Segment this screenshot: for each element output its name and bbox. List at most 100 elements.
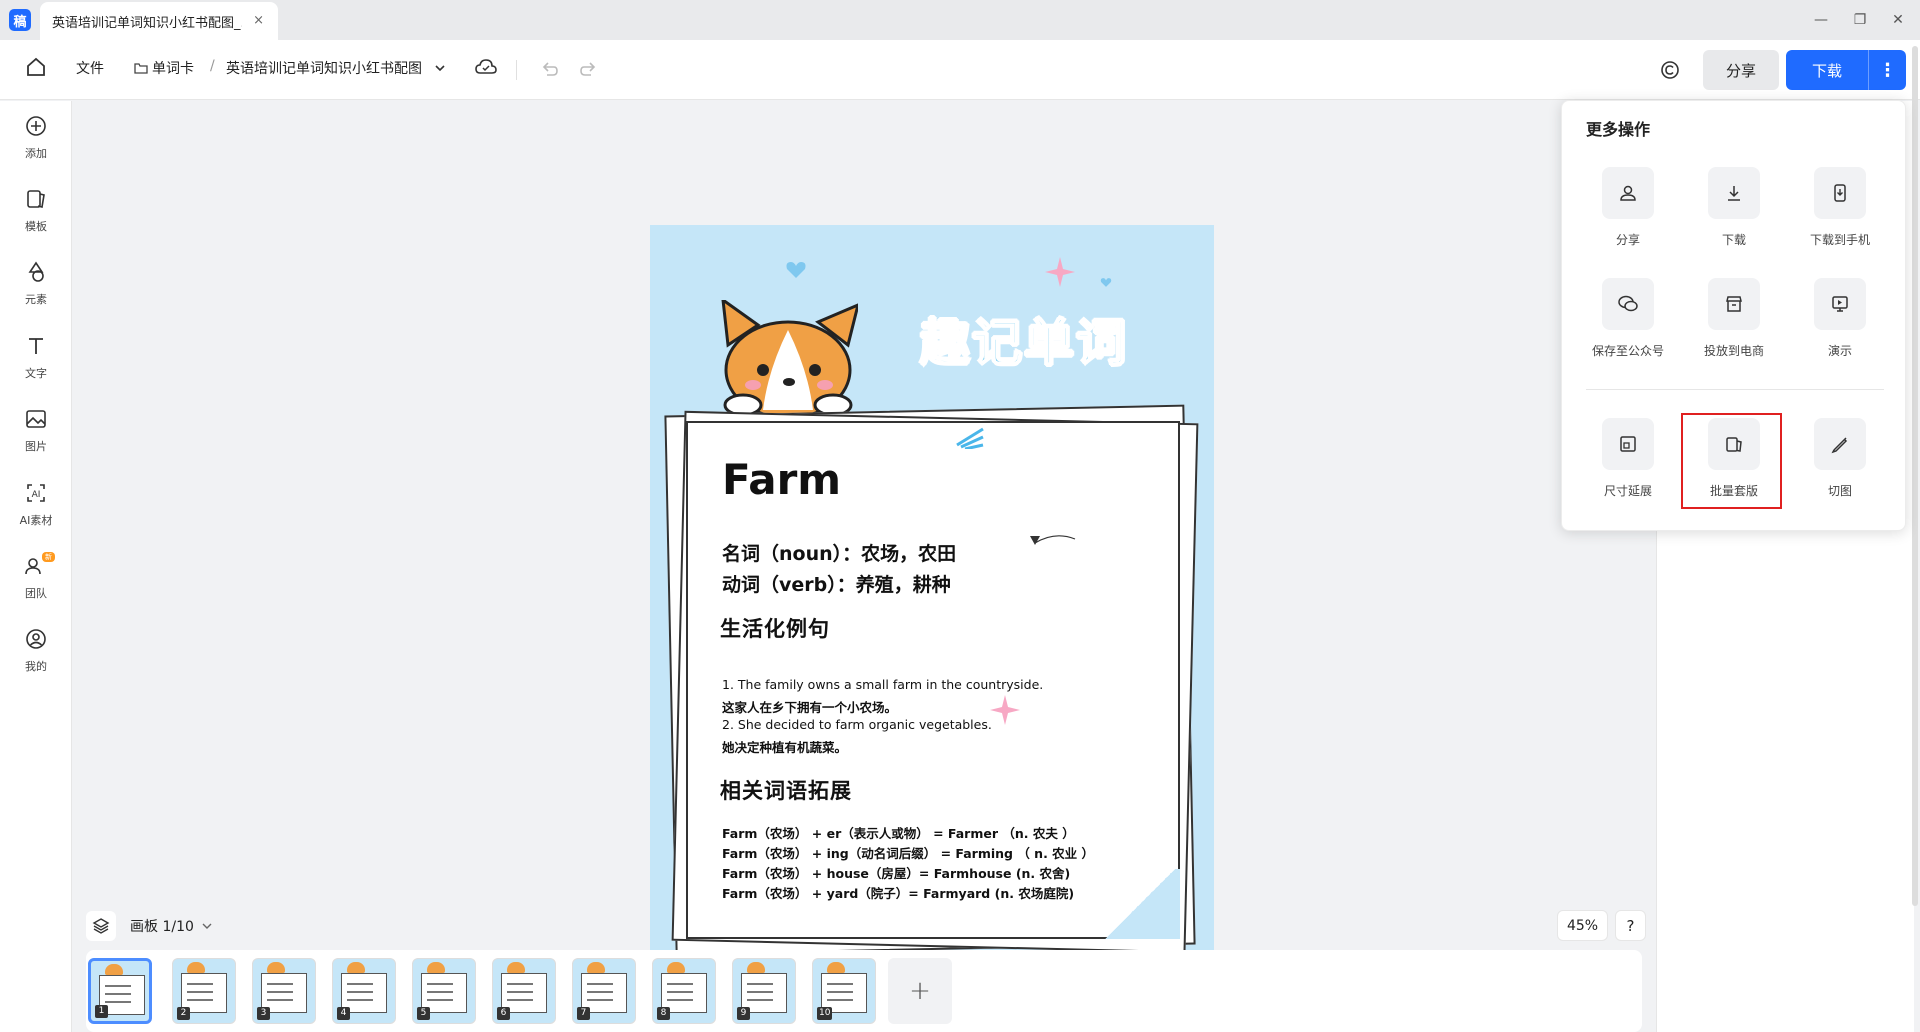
page-thumbnail[interactable]: 3 [252,958,316,1024]
action-label: 保存至公众号 [1591,344,1664,358]
page-thumbnail[interactable]: 6 [492,958,556,1024]
sidebar-item-elements[interactable]: 元素 [0,260,72,322]
document-tab-title: 英语培训记单词知识小红书配图_... [52,15,242,31]
toolbar-divider [516,60,517,80]
help-button[interactable]: ? [1615,910,1646,941]
sidebar-item-mine[interactable]: 我的 [0,627,72,689]
example-translation: 这家人在乡下拥有一个小农场。 [722,700,898,715]
resize-icon [1620,436,1636,452]
action-publish-ecommerce[interactable]: 投放到电商 [1686,278,1782,359]
popover-divider [1586,389,1884,390]
minimize-icon[interactable]: — [1811,10,1831,30]
sidebar-item-ai[interactable]: AI AI素材 [0,481,72,543]
page-thumbnail[interactable]: 9 [732,958,796,1024]
action-share[interactable]: 分享 [1580,167,1676,248]
redo-icon[interactable] [580,60,598,78]
page-thumbnail[interactable]: 8 [652,958,716,1024]
poster[interactable]: 趣记单词 Farm 名词（noun）：农场，农田 动词（verb）：养殖，耕种 … [650,225,1214,978]
board-page-indicator[interactable]: 画板 1/10 [130,916,194,936]
highlight-annotation [1681,413,1782,509]
slice-icon [1831,437,1848,454]
sidebar-item-text[interactable]: 文字 [0,334,72,396]
page-thumbnail[interactable]: 2 [172,958,236,1024]
download-button-group: 下载 ⋮ [1786,50,1906,90]
action-label: 下载 [1721,233,1746,247]
svg-text:AI: AI [32,490,41,500]
sidebar-item-label: 团队 [25,587,47,600]
sidebar-item-add[interactable]: 添加 [0,114,72,176]
sidebar-item-label: 添加 [25,147,47,160]
cloud-sync-icon[interactable] [474,57,498,79]
canvas-area[interactable]: 趣记单词 Farm 名词（noun）：农场，农田 动词（verb）：养殖，耕种 … [73,101,1673,978]
present-icon [1832,296,1848,312]
phone-download-icon [1834,184,1846,202]
action-download[interactable]: 下载 [1686,167,1782,248]
example-sentence: 1. The family owns a small farm in the c… [722,677,1044,692]
template-icon [27,190,45,208]
popover-title: 更多操作 [1586,120,1651,139]
sidebar-item-template[interactable]: 模板 [0,187,72,249]
add-page-button[interactable]: + [888,958,952,1024]
page-thumbnail[interactable]: 4 [332,958,396,1024]
share-button[interactable]: 分享 [1703,50,1779,90]
action-label: 投放到电商 [1703,344,1764,358]
page-number: 9 [737,1007,750,1020]
definition-noun: 名词（noun）：农场，农田 [722,543,957,565]
action-resize[interactable]: 尺寸延展 [1580,418,1676,499]
page-number: 1 [95,1005,108,1018]
document-title[interactable]: 英语培训记单词知识小红书配图 [226,58,422,78]
action-present[interactable]: 演示 [1792,278,1888,359]
page-number: 2 [177,1007,190,1020]
page-thumbnail[interactable]: 7 [572,958,636,1024]
action-save-to-wechat[interactable]: 保存至公众号 [1580,278,1676,359]
extension-line: Farm（农场） + yard（院子）= Farmyard (n. 农场庭院) [722,886,1075,901]
layers-button[interactable] [86,911,116,941]
word-headline: Farm [722,455,842,504]
copyright-icon[interactable] [1660,60,1680,80]
page-number: 6 [497,1007,510,1020]
sidebar-item-team[interactable]: 新 团队 [0,552,72,616]
close-window-icon[interactable]: ✕ [1888,10,1908,30]
tab-close-icon[interactable]: × [253,13,264,28]
download-button[interactable]: 下载 [1786,60,1868,81]
definition-verb: 动词（verb）：养殖，耕种 [722,574,951,596]
paper-curl [1100,869,1180,939]
section-title-extension: 相关词语拓展 [720,779,852,803]
folder-icon [134,63,148,74]
breadcrumb-folder[interactable]: 单词卡 [152,58,194,78]
file-menu[interactable]: 文件 [76,58,104,78]
sidebar-item-image[interactable]: 图片 [0,407,72,469]
heart-small-icon [1100,278,1112,287]
document-tab[interactable]: 英语培训记单词知识小红书配图_... × [40,2,278,40]
section-title-examples: 生活化例句 [720,617,830,641]
action-label: 分享 [1615,233,1640,247]
word-card: Farm 名词（noun）：农场，农田 动词（verb）：养殖，耕种 生活化例句… [686,421,1180,939]
home-icon[interactable] [25,56,47,78]
page-number: 7 [577,1007,590,1020]
app-logo: 稿 [9,9,31,31]
page-thumbnail[interactable]: 1 [88,958,152,1024]
plus-circle-icon [26,116,46,136]
page-number: 8 [657,1007,670,1020]
window-titlebar: 稿 英语培训记单词知识小红书配图_... × — ❐ ✕ [0,0,1920,40]
user-share-icon [1620,185,1636,201]
scrollbar[interactable] [1912,46,1918,906]
action-download-to-phone[interactable]: 下载到手机 [1792,167,1888,248]
undo-icon[interactable] [540,60,558,78]
more-actions-button[interactable]: ⋮ [1868,50,1906,90]
user-icon [26,629,46,649]
text-icon [29,338,43,354]
action-label: 下载到手机 [1809,233,1870,247]
restore-icon[interactable]: ❐ [1850,10,1870,30]
page-thumbnail[interactable]: 5 [412,958,476,1024]
sidebar-item-label: AI素材 [19,514,53,527]
chevron-down-icon[interactable] [434,63,446,73]
chevron-down-icon[interactable] [202,922,212,930]
action-slice[interactable]: 切图 [1792,418,1888,499]
sparkle-icon [990,695,1020,725]
image-icon [26,410,46,428]
sidebar-item-label: 图片 [25,440,47,453]
page-thumbnail[interactable]: 10 [812,958,876,1024]
sidebar-item-label: 文字 [25,367,47,380]
zoom-level[interactable]: 45% [1557,910,1608,941]
